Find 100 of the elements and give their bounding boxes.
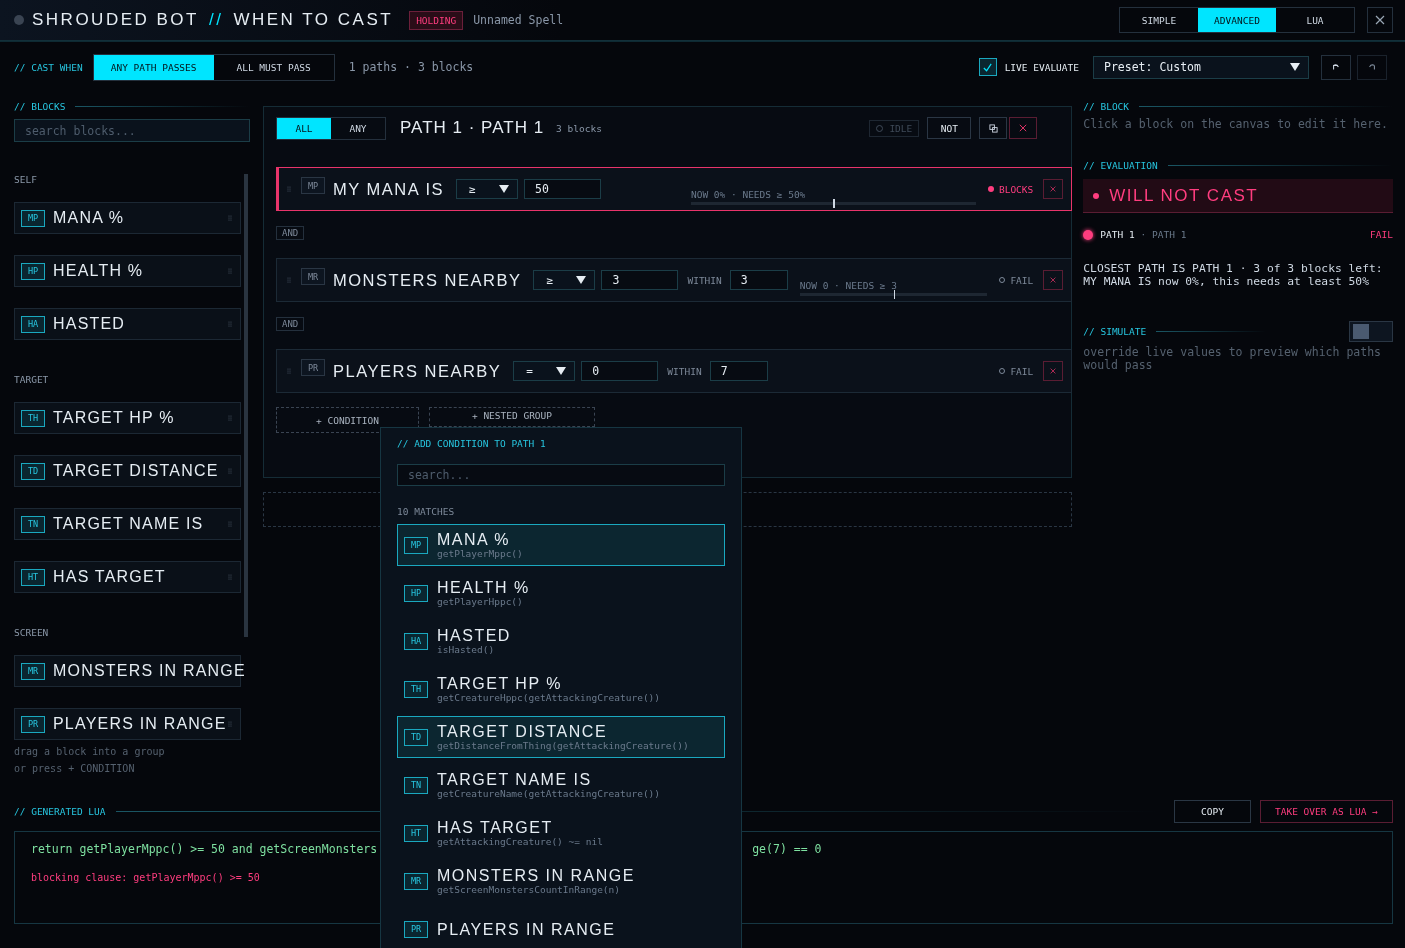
and-connector: AND — [276, 226, 305, 240]
idle-badge: IDLE — [869, 119, 920, 137]
block-code: MP — [404, 536, 428, 554]
condition-option[interactable]: HP HEALTH % getPlayerHppc() — [397, 572, 725, 614]
block-item[interactable]: HP HEALTH % — [14, 255, 241, 287]
condition-option[interactable]: PR PLAYERS IN RANGE — [397, 908, 725, 948]
condition-option[interactable]: MR MONSTERS IN RANGE getScreenMonstersCountInRange(n) — [397, 860, 725, 902]
search-field[interactable]: search... — [397, 464, 725, 486]
simulate-toggle[interactable] — [1349, 320, 1393, 342]
value-field[interactable]: 50 — [524, 179, 601, 199]
block-code: TN — [21, 515, 45, 533]
condition-option[interactable]: HA HASTED isHasted() — [397, 620, 725, 662]
value-field[interactable]: 0 — [581, 361, 659, 381]
hint-text: or press + CONDITION — [14, 763, 136, 774]
redo-button[interactable] — [1357, 54, 1387, 80]
duplicate-button[interactable] — [979, 117, 1008, 139]
page-title: WHEN TO CAST — [233, 10, 394, 30]
condition-option[interactable]: HT HAS TARGET getAttackingCreature() ~= nil — [397, 812, 725, 854]
option-name: TARGET HP % — [437, 675, 563, 692]
condition-option[interactable]: TN TARGET NAME IS getCreatureName(getAttackingCreature()) — [397, 764, 725, 806]
function-name: getCreatureHppc(getAttackingCreature()) — [437, 692, 661, 703]
preset-select[interactable]: Preset: Custom — [1093, 55, 1309, 79]
option-name: MONSTERS IN RANGE — [437, 867, 635, 884]
function-name: getCreatureName(getAttackingCreature()) — [437, 788, 661, 799]
not-button[interactable]: NOT — [927, 117, 972, 139]
generated-lua-heading: // GENERATED LUA — [14, 805, 106, 817]
status-dot — [14, 15, 24, 25]
option-name: MANA % — [437, 531, 511, 548]
block-code: MR — [21, 662, 45, 680]
group-label: TARGET — [14, 374, 50, 387]
search-field[interactable]: search blocks... — [14, 119, 250, 142]
block-item[interactable]: TD TARGET DISTANCE — [14, 455, 241, 487]
value-field[interactable]: 3 — [601, 270, 679, 290]
close-icon — [1019, 124, 1028, 132]
block-code: HP — [404, 584, 428, 602]
group-label: SELF — [14, 174, 38, 187]
code-line: return getPlayerMppc() >= 50 and getScreenMonsters — [31, 842, 378, 856]
path-title: PATH 1 · PATH 1 — [400, 118, 545, 138]
mode-tab[interactable]: ADVANCED — [1198, 8, 1276, 32]
condition-status: FAIL — [1010, 274, 1034, 286]
summary-text: 1 paths · 3 blocks — [348, 60, 474, 74]
spell-name: Unnamed Spell — [473, 13, 564, 27]
undo-button[interactable] — [1321, 54, 1351, 80]
remove-button[interactable] — [1043, 361, 1064, 381]
take-over-button[interactable]: TAKE OVER AS LUA → — [1260, 799, 1393, 823]
block-count: 3 blocks — [556, 122, 602, 134]
block-item[interactable]: TH TARGET HP % — [14, 402, 241, 434]
cast-when-label: // CAST WHEN — [14, 61, 83, 73]
scrollbar[interactable] — [244, 174, 248, 637]
caret-icon — [556, 367, 567, 375]
range-field[interactable]: 7 — [709, 361, 768, 381]
option-name: HAS TARGET — [437, 819, 554, 836]
operator-select[interactable]: ≥ — [533, 270, 596, 290]
copy-button[interactable]: COPY — [1174, 799, 1251, 823]
range-field[interactable]: 3 — [729, 270, 788, 290]
condition-option[interactable]: TD TARGET DISTANCE getDistanceFromThing(getAttackingCreature()) — [397, 716, 725, 758]
remove-button[interactable] — [1043, 270, 1064, 290]
popup-heading: // ADD CONDITION TO PATH 1 — [397, 438, 547, 449]
condition-option[interactable]: TH TARGET HP % getCreatureHppc(getAttackingCreature()) — [397, 668, 725, 710]
block-hint: Click a block on the canvas to edit it here. — [1083, 118, 1389, 132]
option-name: TARGET DISTANCE — [437, 723, 609, 740]
block-code: TD — [21, 462, 45, 480]
block-item[interactable]: TN TARGET NAME IS — [14, 508, 241, 540]
match-mode-tab[interactable]: ALL — [277, 117, 331, 139]
cast-mode-tab[interactable]: ALL MUST PASS — [213, 54, 334, 80]
block-code: PR — [301, 359, 325, 376]
simulate-heading: // SIMULATE — [1083, 325, 1147, 337]
mode-tab[interactable]: SIMPLE — [1120, 8, 1198, 32]
block-code: HA — [404, 632, 428, 650]
block-item[interactable]: HA HASTED — [14, 308, 241, 340]
match-mode-tab[interactable]: ANY — [331, 117, 385, 139]
condition-option[interactable]: MP MANA % getPlayerMppc() — [397, 524, 725, 566]
block-item[interactable]: HT HAS TARGET — [14, 561, 241, 593]
condition-title: MONSTERS NEARBY — [333, 270, 522, 290]
remove-button[interactable] — [1043, 179, 1064, 199]
live-evaluate-label: LIVE EVALUATE — [1004, 61, 1079, 73]
live-evaluate-checkbox[interactable] — [978, 58, 997, 76]
operator-select[interactable]: ≥ — [456, 179, 518, 199]
caret-icon — [576, 276, 587, 284]
status-dot-icon — [987, 186, 994, 192]
block-code: MR — [404, 872, 428, 890]
title-separator: // — [208, 10, 224, 30]
close-icon — [1050, 367, 1057, 375]
match-count: 10 MATCHES — [397, 506, 456, 517]
operator-select[interactable]: = — [513, 361, 576, 381]
close-button[interactable] — [1367, 7, 1393, 33]
condition-row[interactable]: PR PLAYERS NEARBY = 0 WITHIN 7 FAIL — [276, 349, 1073, 393]
block-item[interactable]: MP MANA % — [14, 202, 241, 234]
condition-row[interactable]: MP MY MANA IS ≥ 50 NOW 0% · NEEDS ≥ 50% BLOCKS — [276, 167, 1073, 211]
function-name: getPlayerHppc() — [437, 596, 524, 607]
blocks-heading: // BLOCKS — [14, 100, 66, 112]
close-icon — [1050, 276, 1057, 284]
condition-title: MY MANA IS — [333, 179, 444, 199]
evaluation-heading: // EVALUATION — [1083, 159, 1158, 171]
caret-icon — [1290, 63, 1300, 71]
cast-mode-tab[interactable]: ANY PATH PASSES — [93, 54, 214, 80]
mode-tab[interactable]: LUA — [1276, 8, 1354, 32]
condition-row[interactable]: MR MONSTERS NEARBY ≥ 3 WITHIN 3 NOW 0 · NEEDS ≥ 3 FAIL — [276, 258, 1073, 302]
status-badge: HOLDING — [409, 10, 464, 30]
block-item[interactable]: PR PLAYERS IN RANGE — [14, 708, 241, 740]
